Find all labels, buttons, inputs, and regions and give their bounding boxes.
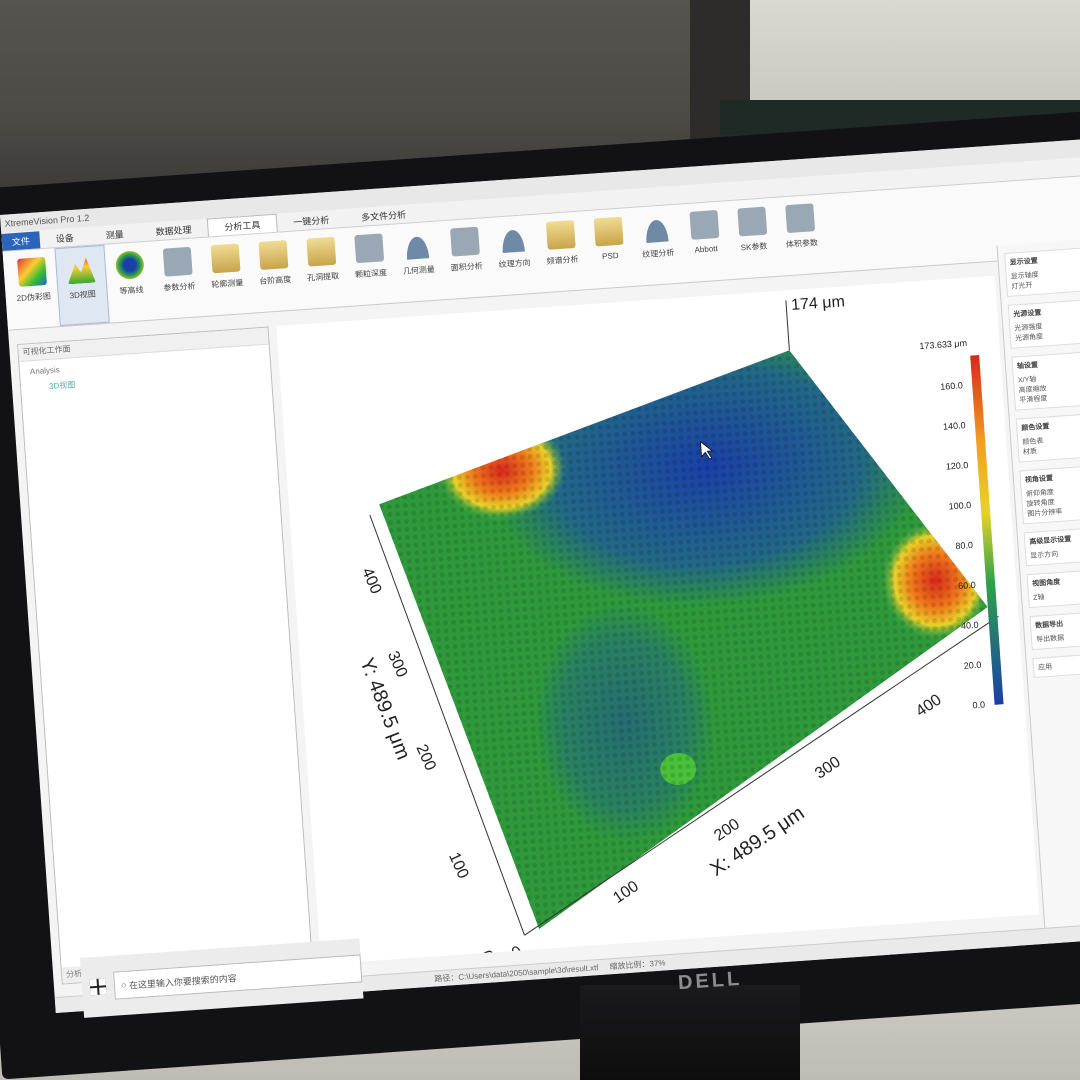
taskbar-search-input[interactable]: ○ 在这里输入你要搜索的内容 <box>113 954 363 1000</box>
y-tick-200: 200 <box>412 742 438 773</box>
y-tick-0: 0 <box>477 948 496 963</box>
3d-plot-area[interactable]: 174 μm 0 100 200 300 400 Y: 489.5 μm 0 1… <box>276 275 1040 965</box>
settings-section-view-angle: 视图角度 Z轴 <box>1026 566 1080 609</box>
texture-direction-icon <box>497 223 528 254</box>
ribbon-parameter-analysis-button[interactable]: 参数分析 <box>152 238 205 319</box>
ribbon-area-analysis-button[interactable]: 面积分析 <box>440 218 493 299</box>
colorbar-tick-0: 0.0 <box>972 699 985 710</box>
psd-icon <box>593 216 624 247</box>
screen: XtremeVision Pro 1.2 文件 设备 测量 数据处理 分析工具 … <box>0 137 1080 1014</box>
settings-section-light: 光源设置 光源强度 光源角度 <box>1007 297 1080 349</box>
menu-device[interactable]: 设备 <box>39 227 90 247</box>
app-title: XtremeVision Pro 1.2 <box>4 212 90 229</box>
hole-extract-icon <box>306 236 337 267</box>
ribbon-contour-button[interactable]: 等高线 <box>104 241 157 322</box>
3d-view-icon <box>66 255 96 285</box>
apply-button[interactable]: 应用 <box>1032 650 1080 679</box>
colorbar-tick-80: 80.0 <box>955 540 973 551</box>
x-tick-0: 0 <box>509 943 526 962</box>
input-z-axis[interactable]: Z轴 <box>1033 586 1080 603</box>
colorbar-tick-40: 40.0 <box>961 620 979 631</box>
workspace-tree-panel: 可视化工作面 Analysis 3D视图 分析工具 - 3D视图 <box>17 326 317 985</box>
particle-depth-icon <box>354 233 385 264</box>
sk-params-icon <box>737 206 768 237</box>
colorbar <box>970 355 1004 705</box>
ribbon-2d-map-button[interactable]: 2D伪彩图 <box>7 248 60 329</box>
z-axis-line <box>785 300 790 351</box>
spectrum-analysis-icon <box>545 219 576 250</box>
colorbar-tick-20: 20.0 <box>963 660 981 671</box>
menu-file[interactable]: 文件 <box>1 230 41 251</box>
ribbon-profile-measure-button[interactable]: 轮廓测量 <box>200 235 253 316</box>
status-zoom: 缩放比例：37% <box>609 958 666 972</box>
settings-section-export: 数据导出 导出数据 <box>1029 608 1080 651</box>
settings-section-advanced: 高级显示设置 显示方向 <box>1023 524 1080 567</box>
windows-start-icon[interactable] <box>89 978 107 996</box>
ribbon-3d-view-button[interactable]: 3D视图 <box>54 244 110 327</box>
geometry-measure-icon <box>402 230 433 260</box>
ribbon-sk-params-button[interactable]: SK参数 <box>727 198 780 279</box>
menu-measure[interactable]: 测量 <box>89 224 140 244</box>
ribbon-step-height-button[interactable]: 台阶高度 <box>248 231 301 312</box>
ribbon-abbott-button[interactable]: Abbott <box>679 201 732 282</box>
settings-section-display: 显示设置 显示轴度 灯光开 <box>1004 245 1080 297</box>
colorbar-tick-60: 60.0 <box>958 580 976 591</box>
export-data-button[interactable]: 导出数据 <box>1036 628 1080 645</box>
monitor-brand-logo: DELL <box>677 967 743 995</box>
profile-measure-icon <box>210 243 241 274</box>
ribbon-geometry-measure-button[interactable]: 几何测量 <box>392 221 445 302</box>
y-tick-300: 300 <box>384 649 410 680</box>
volume-params-icon <box>785 203 816 234</box>
colorbar-tick-100: 100.0 <box>948 500 971 512</box>
3d-surface-plot[interactable]: 174 μm 0 100 200 300 400 Y: 489.5 μm 0 1… <box>276 276 1039 965</box>
ribbon-volume-params-button[interactable]: 体积参数 <box>775 195 828 276</box>
z-top-label: 174 μm <box>791 293 846 314</box>
monitor-stand <box>580 985 800 1080</box>
texture-analysis-icon <box>641 213 672 244</box>
step-height-icon <box>258 240 289 270</box>
ribbon-particle-depth-button[interactable]: 颗粒深度 <box>344 225 397 306</box>
ribbon-hole-extract-button[interactable]: 孔洞提取 <box>296 228 349 309</box>
y-tick-100: 100 <box>445 850 471 881</box>
ribbon-texture-analysis-button[interactable]: 纹理分析 <box>631 205 684 286</box>
abbott-icon <box>689 209 720 240</box>
contour-icon <box>114 250 145 281</box>
settings-section-axis: 轴设置 X/Y轴 高度缩放 平滑程度 <box>1011 349 1080 411</box>
x-tick-300: 300 <box>812 753 844 782</box>
surface-mesh <box>379 337 991 930</box>
color-map-icon <box>17 256 47 287</box>
colorbar-tick-120: 120.0 <box>946 460 969 472</box>
settings-section-color: 颜色设置 颜色表 材质 <box>1015 411 1080 463</box>
settings-section-view: 视角设置 俯仰角度 旋转角度 图片分辨率 <box>1019 463 1080 525</box>
colorbar-max-label: 173.633 μm <box>919 338 967 351</box>
colorbar-tick-160: 160.0 <box>940 380 963 392</box>
y-tick-400: 400 <box>358 565 384 596</box>
ribbon-psd-button[interactable]: PSD <box>583 208 636 289</box>
parameter-analysis-icon <box>162 246 193 277</box>
ribbon-spectrum-analysis-button[interactable]: 频谱分析 <box>535 211 588 292</box>
colorbar-tick-140: 140.0 <box>943 420 966 432</box>
x-tick-400: 400 <box>913 691 945 720</box>
area-analysis-icon <box>450 226 480 257</box>
x-tick-100: 100 <box>610 878 642 907</box>
taskbar-search-placeholder: 在这里输入你要搜索的内容 <box>128 972 238 991</box>
select-display-direction[interactable]: 显示方向 <box>1030 544 1080 561</box>
ribbon-texture-direction-button[interactable]: 纹理方向 <box>487 215 540 296</box>
